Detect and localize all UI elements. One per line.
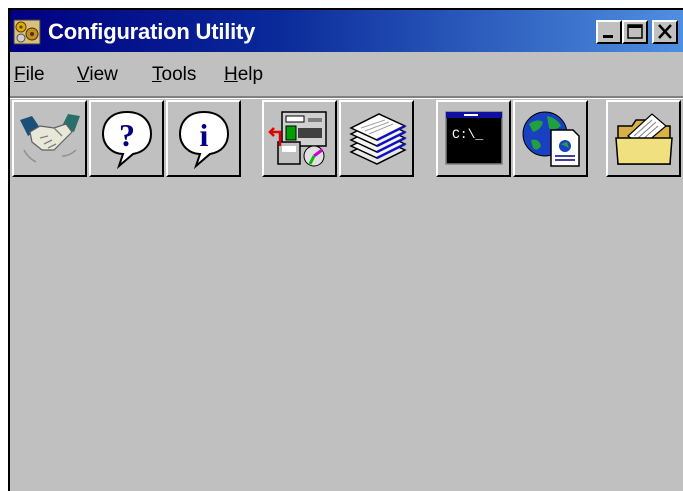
toolbar-button-backup[interactable] [262, 100, 337, 177]
toolbar-button-documents[interactable] [339, 100, 414, 177]
menu-view[interactable]: View [77, 64, 118, 86]
window-title: Configuration Utility [48, 19, 256, 44]
command-prompt-icon: C:\_ [445, 111, 503, 165]
configuration-utility-window: Configuration Utility File View Tools He… [8, 8, 683, 491]
menu-file[interactable]: File [14, 64, 45, 86]
toolbar-button-web[interactable] [513, 100, 588, 177]
menu-bar: File View Tools Help [10, 54, 683, 96]
main-workspace [10, 192, 683, 491]
maximize-icon [627, 24, 643, 39]
toolbar-button-info[interactable]: i [166, 100, 241, 177]
toolbar-button-handshake[interactable] [12, 100, 87, 177]
minimize-button[interactable] [596, 20, 622, 44]
app-icon [13, 19, 41, 45]
toolbar-button-open-folder[interactable] [606, 100, 681, 177]
info-icon: i [178, 110, 230, 170]
title-bar[interactable]: Configuration Utility [10, 10, 683, 52]
close-button[interactable] [652, 20, 678, 44]
handshake-icon [20, 114, 80, 163]
minimize-icon [603, 35, 613, 38]
web-globe-document-icon [522, 111, 580, 167]
svg-text:i: i [200, 117, 209, 153]
svg-text:?: ? [119, 117, 135, 153]
backup-restore-icon [268, 111, 327, 167]
help-question-icon: ? [101, 110, 153, 170]
close-icon [658, 24, 672, 39]
menu-help[interactable]: Help [224, 64, 263, 86]
toolbar-button-command-prompt[interactable]: C:\_ [436, 100, 511, 177]
prompt-text: C:\_ [452, 127, 483, 142]
stacked-documents-icon [349, 113, 407, 165]
menu-tools[interactable]: Tools [152, 64, 196, 86]
toolbar: ? i C:\_ [10, 98, 683, 188]
maximize-button[interactable] [622, 20, 648, 44]
toolbar-button-help[interactable]: ? [89, 100, 164, 177]
open-folder-icon [615, 113, 673, 165]
